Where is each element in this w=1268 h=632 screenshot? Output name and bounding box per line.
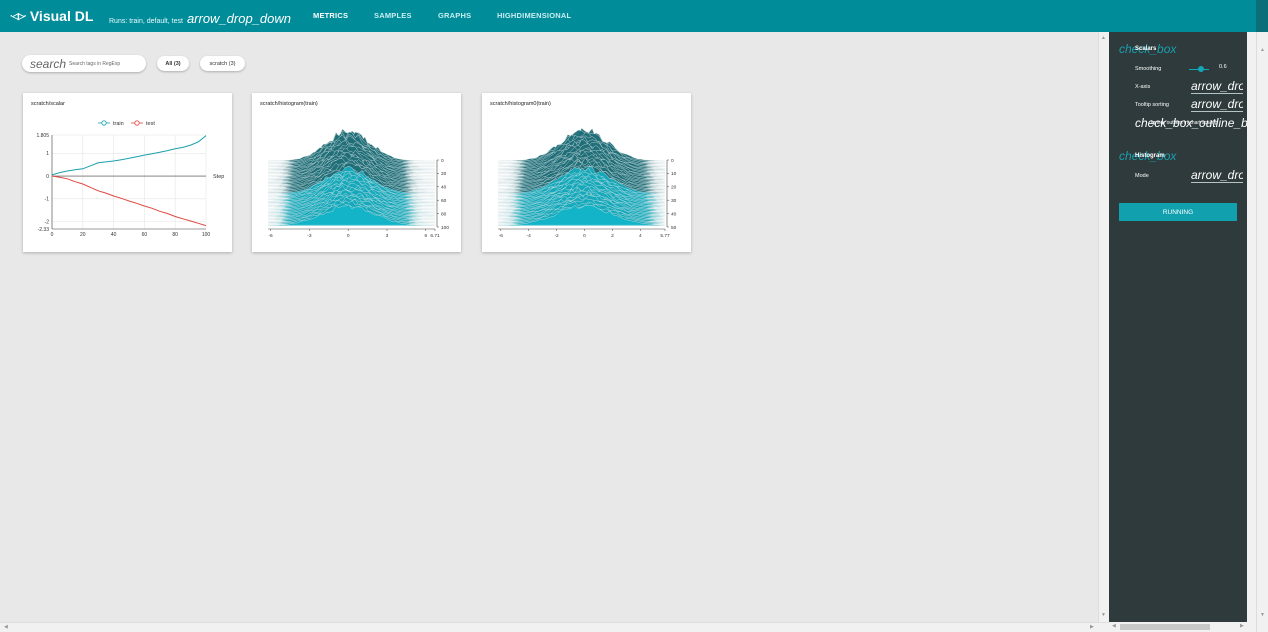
scroll-up-icon[interactable]: ▲ [1260, 47, 1265, 53]
y-tick-label: 0 [671, 158, 674, 164]
x-tick-label: -6 [499, 233, 504, 239]
runs-label: Runs: train, default, test [109, 18, 183, 25]
y-tick-label: 20 [671, 185, 677, 191]
tag-chip-all[interactable]: All (3) [157, 56, 189, 71]
y-tick-label: 30 [671, 198, 677, 204]
scroll-left-icon[interactable]: ◀ [1112, 623, 1116, 629]
tab-samples[interactable]: SAMPLES [374, 11, 412, 20]
x-tick-label: 0 [51, 232, 54, 238]
search-input[interactable] [69, 60, 140, 67]
legend-label: test [146, 121, 155, 127]
histogram-section-title: Histogram [1135, 153, 1165, 159]
x-tick-label: 100 [202, 232, 211, 238]
y-tick-label: 1.805 [36, 133, 49, 139]
scroll-down-icon[interactable]: ▼ [1260, 612, 1265, 618]
x-tick-label: -3 [307, 233, 312, 239]
y-tick-label: 0 [46, 174, 49, 180]
y-tick-label: 40 [671, 211, 677, 217]
smoothing-label: Smoothing [1135, 66, 1162, 72]
app-title: Visual DL [29, 8, 94, 24]
x-tick-label: 60 [142, 232, 148, 238]
x-tick-label: -4 [527, 233, 532, 239]
scalars-section-title: Scalars [1135, 46, 1157, 52]
x-tick-label: 6 [424, 233, 427, 239]
tooltip-sorting-select[interactable]: arrow_drop_down [1191, 97, 1243, 112]
legend-swatch-marker [101, 120, 107, 126]
x-tick-label: 80 [172, 232, 178, 238]
app-logo[interactable]: ·◁▷· Visual DL [10, 8, 93, 24]
histogram0-train-card: scratch/histogram0(train) -6 -4 -2 0 2 4 5.77 0… [482, 93, 691, 252]
scroll-down-icon[interactable]: ▼ [1101, 612, 1106, 618]
arrow-drop-down-icon[interactable]: arrow_drop_down [187, 11, 291, 26]
scroll-left-icon[interactable]: ◀ [4, 624, 8, 630]
x-tick-label: 6.71 [430, 233, 440, 239]
y-tick-label: 20 [441, 171, 447, 177]
runs-selector[interactable]: Runs: train, default, test arrow_drop_do… [109, 11, 291, 26]
scroll-right-icon[interactable]: ▶ [1240, 623, 1244, 629]
panel-vertical-scrollbar[interactable] [1247, 32, 1256, 622]
smoothing-value: 0.6 [1219, 64, 1227, 70]
mode-select[interactable]: arrow_drop_down [1191, 168, 1243, 183]
tab-metrics[interactable]: METRICS [313, 11, 348, 20]
y-tick-label: 0 [441, 158, 444, 164]
histogram-train-card: scratch/histogram(train) -6 -3 0 3 6 6.71 0 20 4… [252, 93, 461, 252]
y-tick-label: -2.33 [38, 227, 50, 233]
tab-highdimensional[interactable]: HIGHDIMENSIONAL [497, 11, 571, 20]
histogram-chart[interactable]: -6 -3 0 3 6 6.71 0 20 40 60 80 100 [252, 93, 461, 252]
x-tick-label: -2 [554, 233, 559, 239]
y-tick-label: 40 [441, 185, 447, 191]
x-tick-label: 20 [80, 232, 86, 238]
y-tick-label: 80 [441, 211, 447, 217]
ignore-outliers-checkbox[interactable]: check_box_outline_blank Ignore outliers … [1135, 116, 1247, 132]
x-tick-label: 0 [347, 233, 350, 239]
main-horizontal-scrollbar[interactable]: ◀ ▶ [0, 622, 1109, 632]
logo-icon: ·◁▷· [10, 10, 27, 21]
x-tick-label: 0 [583, 233, 586, 239]
x-tick-label: 3 [386, 233, 389, 239]
scroll-up-icon[interactable]: ▲ [1101, 35, 1106, 41]
search-icon: search [30, 56, 67, 71]
y-tick-label: -1 [45, 197, 50, 203]
ignore-outliers-label: Ignore outliers in chart scaling [1151, 120, 1218, 126]
top-app-bar: ·◁▷· Visual DL Runs: train, default, tes… [0, 0, 1256, 32]
scroll-right-icon[interactable]: ▶ [1090, 624, 1094, 630]
settings-panel: check_box Scalars Smoothing 0.6 X-axis a… [1109, 32, 1247, 622]
histogram-chart[interactable]: -6 -4 -2 0 2 4 5.77 0 10 20 30 40 50 [482, 93, 691, 252]
y-tick-label: -2 [45, 219, 50, 225]
y-tick-label: 100 [441, 225, 449, 231]
y-tick-label: 10 [671, 171, 677, 177]
y-tick-label: 50 [671, 225, 677, 231]
panel-scroll-thumb[interactable] [1120, 624, 1210, 630]
tab-graphs[interactable]: GRAPHS [438, 11, 471, 20]
series-line-train [51, 135, 207, 176]
window-vertical-scrollbar[interactable]: ▲ ▼ [1256, 32, 1268, 632]
y-tick-label: 1 [46, 151, 49, 157]
legend-swatch-marker [134, 120, 140, 126]
scalar-line-chart[interactable]: 1.80510-1-2-2.330 20 40 60 80 100Steptrain tes… [23, 93, 232, 252]
x-tick-label: 5.77 [660, 233, 670, 239]
scalar-chart-card: scratch/scalar 1.805 1 0 -1 -2 -2.33 0 20 40 60 80… [23, 93, 232, 252]
x-tick-label: -6 [268, 233, 273, 239]
x-tick-label: 2 [611, 233, 614, 239]
mode-label: Mode [1135, 173, 1149, 179]
tooltip-sorting-label: Tooltip sorting [1135, 102, 1169, 108]
smoothing-slider-handle[interactable] [1198, 66, 1204, 72]
y-tick-label: 60 [441, 198, 447, 204]
running-button[interactable]: RUNNING [1119, 203, 1237, 221]
x-axis-label: Step [213, 174, 224, 180]
tag-chip-scratch[interactable]: scratch (3) [200, 56, 245, 71]
x-tick-label: 40 [111, 232, 117, 238]
xaxis-label: X-axis [1135, 84, 1151, 90]
legend-label: train [113, 121, 124, 127]
series-line-test [51, 175, 207, 227]
xaxis-select[interactable]: arrow_drop_down [1191, 79, 1243, 94]
main-vertical-scrollbar[interactable]: ▲ ▼ [1098, 32, 1109, 622]
tag-search-box[interactable]: search [22, 55, 146, 72]
top-right-band [1256, 0, 1268, 32]
x-tick-label: 4 [639, 233, 642, 239]
